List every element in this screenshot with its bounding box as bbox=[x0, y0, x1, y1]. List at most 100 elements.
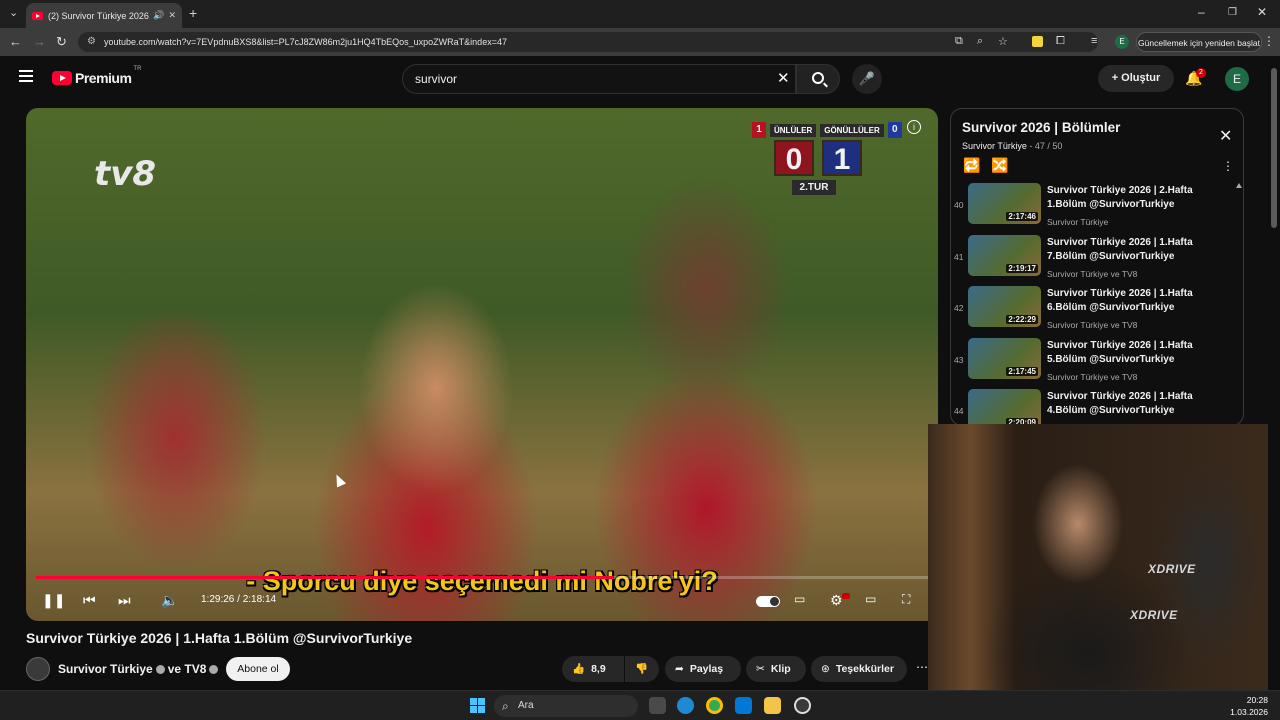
playlist-scrollbar[interactable] bbox=[1236, 183, 1242, 425]
channel-joiner[interactable]: ve TV8 bbox=[168, 662, 207, 676]
previous-icon[interactable]: ⏮ bbox=[83, 592, 96, 609]
share-button[interactable]: ➦ Paylaş bbox=[665, 656, 741, 682]
subscribe-button[interactable]: Abone ol bbox=[226, 657, 290, 681]
maximize-window-icon[interactable]: ❐ bbox=[1228, 7, 1237, 18]
browser-profile-avatar[interactable]: E bbox=[1115, 35, 1129, 49]
progress-bar[interactable] bbox=[36, 576, 928, 579]
playlist-item[interactable]: 43 2:17:45 Survivor Türkiye 2026 | 1.Hafta… bbox=[951, 337, 1243, 390]
taskbar-search[interactable]: Ara bbox=[494, 695, 638, 717]
channel-avatar[interactable] bbox=[26, 657, 50, 681]
dislike-button[interactable]: 👎 bbox=[625, 656, 659, 682]
theater-mode-icon[interactable]: ▭ bbox=[865, 592, 876, 606]
verified-check-icon bbox=[209, 665, 219, 675]
minimize-window-icon[interactable]: – bbox=[1198, 5, 1205, 19]
back-icon[interactable]: ← bbox=[9, 34, 22, 49]
playlist-item[interactable]: 42 2:22:29 Survivor Türkiye 2026 | 1.Hafta… bbox=[951, 286, 1243, 338]
round-label: 2.TUR bbox=[792, 180, 836, 195]
search-input[interactable]: survivor bbox=[402, 64, 796, 94]
pause-icon[interactable]: ❚❚ bbox=[42, 592, 65, 609]
playlist-item[interactable]: 40 2:17:46 Survivor Türkiye 2026 | 2.Hafta… bbox=[951, 183, 1243, 235]
subtitles-icon[interactable]: ▭ bbox=[794, 592, 805, 606]
menu-hamburger-icon[interactable] bbox=[19, 70, 33, 82]
playlist-item-title[interactable]: Survivor Türkiye 2026 | 1.Hafta 6.Bölüm … bbox=[1047, 287, 1217, 315]
site-info-icon[interactable]: ⚙ bbox=[87, 32, 96, 52]
playlist-owner[interactable]: Survivor Türkiye bbox=[962, 141, 1027, 151]
extensions-puzzle-icon[interactable]: ⧠ bbox=[1056, 35, 1065, 48]
create-button[interactable]: + Oluştur bbox=[1098, 65, 1174, 92]
playlist-item-title[interactable]: Survivor Türkiye 2026 | 1.Hafta 5.Bölüm … bbox=[1047, 339, 1217, 367]
hd-badge bbox=[842, 593, 850, 599]
left-team-badge: 1 bbox=[752, 122, 766, 138]
install-app-icon[interactable]: ⧉ bbox=[955, 35, 963, 48]
playlist-item-channel: Survivor Türkiye bbox=[1047, 217, 1109, 227]
playlist-item[interactable]: 44 2:20:09 Survivor Türkiye 2026 | 1.Hafta… bbox=[951, 389, 1243, 425]
more-actions-icon[interactable]: ⋯ bbox=[916, 660, 928, 674]
file-explorer-icon[interactable] bbox=[764, 697, 781, 714]
playlist-item-thumbnail[interactable]: 2:19:17 bbox=[968, 234, 1041, 276]
search-button[interactable] bbox=[796, 64, 840, 94]
volume-icon[interactable]: 🔈 bbox=[161, 592, 178, 609]
clip-button[interactable]: ✂ Klip bbox=[746, 656, 806, 682]
logo-region: TR bbox=[133, 66, 142, 72]
extension-icon[interactable] bbox=[1032, 36, 1043, 47]
taskbar-clock[interactable]: 20:28 1.03.2026 bbox=[1226, 694, 1268, 718]
new-tab-icon[interactable]: + bbox=[189, 5, 197, 21]
audio-playing-icon[interactable]: 🔊 bbox=[153, 10, 164, 21]
info-icon[interactable]: i bbox=[907, 120, 921, 134]
settings-gear-icon[interactable]: ⚙ bbox=[830, 592, 843, 609]
playlist-title[interactable]: Survivor 2026 | Bölümler bbox=[962, 120, 1120, 135]
youtube-premium-logo[interactable]: Premium TR bbox=[52, 66, 141, 86]
playlist-menu-icon[interactable]: ⋮ bbox=[1222, 159, 1234, 173]
thumbs-up-icon: 👍 bbox=[572, 663, 586, 675]
playlist-item-duration: 2:19:17 bbox=[1006, 263, 1038, 273]
playlist-item-channel: Survivor Türkiye ve TV8 bbox=[1047, 320, 1138, 330]
right-team-name: GÖNÜLLÜLER bbox=[820, 123, 884, 137]
playlist-item-title[interactable]: Survivor Türkiye 2026 | 1.Hafta 4.Bölüm … bbox=[1047, 390, 1217, 418]
loop-icon[interactable]: 🔁 bbox=[963, 157, 980, 174]
browser-tab-active[interactable]: (2) Survivor Türkiye 2026 | 🔊 ✕ bbox=[26, 3, 182, 28]
settings-app-icon[interactable] bbox=[794, 697, 811, 714]
thanks-label: Teşekkürler bbox=[835, 663, 894, 675]
playlist-item-thumbnail[interactable]: 2:17:45 bbox=[968, 337, 1041, 379]
edge-browser-icon[interactable] bbox=[677, 697, 694, 714]
autoplay-toggle[interactable] bbox=[756, 596, 780, 607]
clear-search-icon[interactable]: ✕ bbox=[777, 69, 790, 87]
media-controls-icon[interactable]: ≡ bbox=[1091, 35, 1097, 47]
fullscreen-icon[interactable]: ⛶ bbox=[902, 592, 910, 607]
chrome-browser-icon[interactable] bbox=[706, 697, 723, 714]
shuffle-icon[interactable]: 🔀 bbox=[991, 157, 1008, 174]
close-playlist-icon[interactable]: ✕ bbox=[1219, 126, 1232, 146]
thanks-button[interactable]: ⊛ Teşekkürler bbox=[811, 656, 907, 682]
next-icon[interactable]: ⏭ bbox=[118, 592, 131, 609]
zoom-icon[interactable]: ⌕ bbox=[977, 35, 983, 48]
close-tab-icon[interactable]: ✕ bbox=[168, 10, 176, 21]
page-scrollbar-thumb[interactable] bbox=[1271, 68, 1277, 228]
playlist-item-thumbnail[interactable]: 2:17:46 bbox=[968, 183, 1041, 224]
account-avatar[interactable]: E bbox=[1225, 67, 1249, 91]
like-button[interactable]: 👍8,9 B bbox=[562, 656, 624, 701]
channel-name[interactable]: Survivor Türkiye bbox=[58, 662, 153, 676]
playlist-item-thumbnail[interactable]: 2:22:29 bbox=[968, 286, 1041, 327]
tab-search-icon[interactable]: ⌄ bbox=[9, 6, 18, 19]
voice-search-mic-icon[interactable]: 🎤 bbox=[852, 64, 882, 94]
page-scrollbar[interactable] bbox=[1268, 56, 1280, 690]
create-label: Oluştur bbox=[1121, 72, 1161, 84]
playlist-subtitle: Survivor Türkiye - 47 / 50 bbox=[962, 141, 1063, 151]
close-window-icon[interactable]: ✕ bbox=[1257, 5, 1267, 19]
windows-start-icon[interactable] bbox=[470, 698, 485, 713]
browser-menu-icon[interactable]: ⋮ bbox=[1263, 34, 1275, 48]
playlist-item-title[interactable]: Survivor Türkiye 2026 | 1.Hafta 7.Bölüm … bbox=[1047, 236, 1217, 264]
playlist-item-thumbnail[interactable]: 2:20:09 bbox=[968, 389, 1041, 425]
video-player[interactable]: tv8 1 ÜNLÜLER GÖNÜLLÜLER 0 0 1 2.TUR i -… bbox=[26, 108, 938, 621]
forward-icon[interactable]: → bbox=[33, 34, 46, 49]
reload-icon[interactable]: ↻ bbox=[56, 34, 67, 50]
store-app-icon[interactable] bbox=[735, 697, 752, 714]
channel-name-row[interactable]: Survivor Türkiye ve TV8 bbox=[58, 662, 221, 676]
playlist-item-title[interactable]: Survivor Türkiye 2026 | 2.Hafta 1.Bölüm … bbox=[1047, 184, 1217, 212]
bookmark-star-icon[interactable]: ☆ bbox=[998, 35, 1008, 48]
task-view-icon[interactable] bbox=[649, 697, 666, 714]
update-restart-button[interactable]: Güncellemek için yeniden başlat bbox=[1136, 32, 1262, 52]
playlist-item[interactable]: 41 2:19:17 Survivor Türkiye 2026 | 1.Hafta… bbox=[951, 234, 1243, 287]
video-title: Survivor Türkiye 2026 | 1.Hafta 1.Bölüm … bbox=[26, 630, 413, 646]
address-bar[interactable]: ⚙ youtube.com/watch?v=7EVpdnuBXS8&list=P… bbox=[78, 32, 1098, 52]
